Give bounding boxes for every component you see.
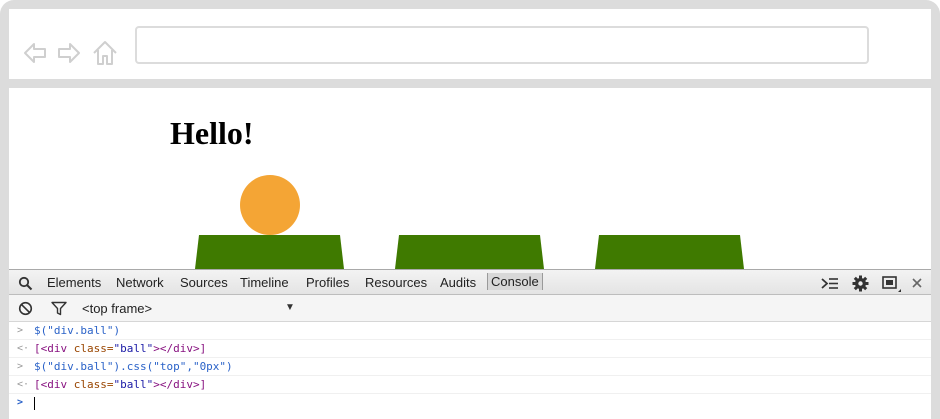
tab-sources[interactable]: Sources	[180, 275, 228, 290]
console-entry: <· [<div class="ball"></div>]	[9, 340, 931, 358]
show-drawer-icon[interactable]	[821, 276, 839, 291]
console-log[interactable]: > $("div.ball") <· [<div class="ball"></…	[9, 322, 931, 419]
gear-icon[interactable]	[852, 275, 869, 292]
dock-icon[interactable]	[882, 276, 902, 293]
page-viewport: Hello!	[9, 88, 931, 269]
console-result[interactable]: [<div class="ball"></div>]	[34, 340, 206, 358]
platforms	[195, 235, 744, 269]
output-arrow-icon: <·	[17, 343, 30, 354]
home-icon[interactable]	[91, 39, 119, 67]
console-command: $("div.ball").css("top","0px")	[34, 360, 233, 373]
back-icon[interactable]	[21, 39, 49, 67]
devtools-tab-bar: Elements Network Sources Timeline Profil…	[9, 269, 931, 295]
result-value: "ball"	[113, 378, 154, 391]
frame-selector[interactable]: <top frame>	[82, 301, 152, 316]
browser-toolbar	[9, 9, 931, 79]
tab-elements[interactable]: Elements	[47, 275, 101, 290]
platform-2	[395, 235, 544, 269]
console-filter-bar: <top frame> ▼	[9, 295, 931, 322]
tab-console[interactable]: Console	[487, 273, 543, 290]
devtools-panel: Elements Network Sources Timeline Profil…	[9, 269, 931, 419]
console-entry: <· [<div class="ball"></div>]	[9, 376, 931, 394]
result-tag-open: [<div	[34, 378, 68, 391]
tab-timeline[interactable]: Timeline	[240, 275, 289, 290]
chevron-down-icon[interactable]: ▼	[285, 302, 295, 313]
result-tag-open: [<div	[34, 342, 68, 355]
tab-audits[interactable]: Audits	[440, 275, 476, 290]
result-tag-close: ></div>]	[153, 342, 207, 355]
console-prompt[interactable]: >	[9, 394, 931, 412]
toolbar-divider	[9, 79, 931, 88]
search-icon[interactable]	[18, 276, 33, 291]
filter-icon[interactable]	[51, 301, 67, 316]
platform-3	[595, 235, 744, 269]
clear-console-icon[interactable]	[18, 301, 33, 316]
console-result[interactable]: [<div class="ball"></div>]	[34, 376, 206, 394]
output-arrow-icon: <·	[17, 379, 30, 390]
input-prompt-icon: >	[17, 325, 24, 336]
input-prompt-icon: >	[17, 361, 24, 372]
result-value: "ball"	[113, 342, 154, 355]
console-command: $("div.ball")	[34, 324, 121, 337]
result-attr: class=	[67, 378, 114, 391]
close-icon[interactable]	[912, 278, 922, 288]
text-caret	[34, 397, 35, 410]
prompt-chevron-icon: >	[17, 397, 24, 408]
tab-profiles[interactable]: Profiles	[306, 275, 349, 290]
console-entry: > $("div.ball")	[9, 322, 931, 340]
result-tag-close: ></div>]	[153, 378, 207, 391]
address-bar[interactable]	[135, 26, 869, 64]
platform-1	[195, 235, 344, 269]
result-attr: class=	[67, 342, 114, 355]
tab-network[interactable]: Network	[116, 275, 164, 290]
console-entry: > $("div.ball").css("top","0px")	[9, 358, 931, 376]
forward-icon[interactable]	[55, 39, 83, 67]
tab-resources[interactable]: Resources	[365, 275, 427, 290]
